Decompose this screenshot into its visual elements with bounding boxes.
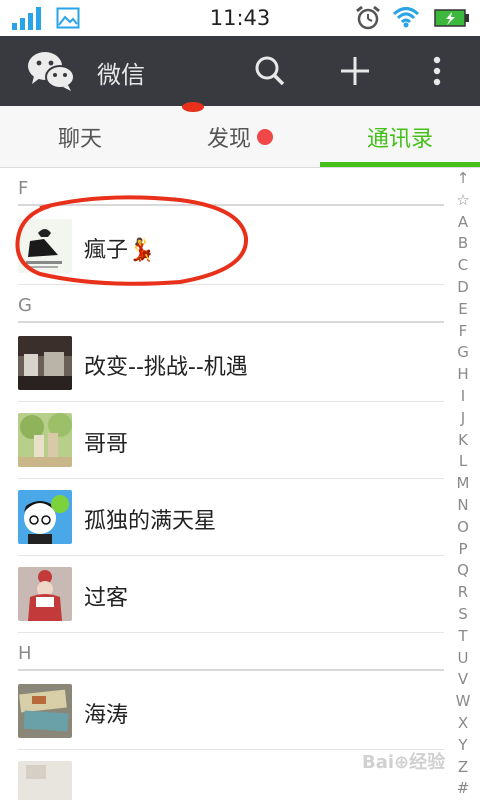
index-letter[interactable]: W [450,691,476,713]
index-letter[interactable]: O [450,517,476,539]
battery-icon [434,9,469,27]
active-tab-indicator [320,162,480,167]
search-button[interactable] [245,46,295,96]
plus-icon [341,57,369,85]
tab-discover[interactable]: 发现 [160,106,320,168]
section-letter: G [18,295,32,316]
alphabet-index-bar[interactable]: ↑ ☆ A B C D E F G H I J K L M N O P Q R S T U V W X Y Z # [450,168,476,800]
index-letter[interactable]: L [450,451,476,473]
index-letter[interactable]: F [450,321,476,343]
app-title: 微信 [97,61,145,89]
tab-contacts-label: 通讯录 [366,127,433,152]
index-letter[interactable]: ↑ [450,168,476,190]
contact-name: 哥哥 [84,432,129,457]
contact-name: 瘋子💃 [84,238,156,263]
index-letter[interactable]: # [450,778,476,800]
section-letter: H [18,643,32,664]
wifi-icon [392,7,420,28]
tab-discover-label: 发现 [206,127,251,152]
section-header: F [0,168,450,208]
avatar [18,413,72,467]
index-letter[interactable]: Z [450,757,476,779]
index-letter[interactable]: Q [450,560,476,582]
contact-name: 改变--挑战--机遇 [84,355,248,380]
index-letter[interactable]: Y [450,735,476,757]
index-letter[interactable]: P [450,539,476,561]
index-letter[interactable]: ☆ [450,190,476,212]
wechat-logo-icon [28,52,75,91]
index-letter[interactable]: E [450,299,476,321]
index-letter[interactable]: D [450,277,476,299]
tab-contacts[interactable]: 通讯录 [320,106,480,168]
avatar [18,490,72,544]
more-button[interactable] [412,46,462,96]
tab-chats[interactable]: 聊天 [0,106,160,168]
contact-list: F 瘋子💃 G 改变--挑战--机遇 哥哥 孤独的满天星 过客 H 海涛 [0,168,450,800]
index-letter[interactable]: M [450,473,476,495]
contact-name: 孤独的满天星 [84,509,217,534]
section-divider [18,204,444,206]
index-letter[interactable]: C [450,255,476,277]
contact-row[interactable]: 改变--挑战--机遇 [18,325,444,402]
avatar [18,761,72,800]
index-letter[interactable]: X [450,713,476,735]
index-letter[interactable]: H [450,364,476,386]
section-letter: F [18,178,29,199]
avatar [18,567,72,621]
index-letter[interactable]: T [450,626,476,648]
alarm-icon [356,5,380,30]
avatar [18,336,72,390]
avatar [18,219,72,273]
tab-bar: 聊天 发现 通讯录 [0,106,480,168]
tab-chats-label: 聊天 [57,127,102,152]
search-icon [255,56,285,86]
add-button[interactable] [330,46,380,96]
contact-name: 海涛 [84,703,129,728]
contact-row[interactable]: 海涛 [18,673,444,750]
index-letter[interactable]: I [450,386,476,408]
new-badge-dot [257,129,273,145]
index-letter[interactable]: R [450,582,476,604]
avatar [18,684,72,738]
section-divider [18,321,444,323]
contact-row[interactable]: 过客 [18,556,444,633]
index-letter[interactable]: G [450,342,476,364]
index-letter[interactable]: S [450,604,476,626]
index-letter[interactable]: V [450,669,476,691]
section-divider [18,669,444,671]
section-header: H [0,633,450,673]
index-letter[interactable]: A [450,212,476,234]
contact-name: 过客 [84,586,129,611]
app-bar: 微信 [0,36,480,106]
index-letter[interactable]: B [450,233,476,255]
contact-row[interactable]: 哥哥 [18,402,444,479]
index-letter[interactable]: N [450,495,476,517]
contact-row[interactable] [18,750,444,800]
index-letter[interactable]: U [450,648,476,670]
more-icon [433,56,441,86]
section-header: G [0,285,450,325]
index-letter[interactable]: J [450,408,476,430]
index-letter[interactable]: K [450,430,476,452]
contact-row[interactable]: 瘋子💃 [18,208,444,285]
contact-row[interactable]: 孤独的满天星 [18,479,444,556]
status-bar: 11:43 [0,0,480,36]
